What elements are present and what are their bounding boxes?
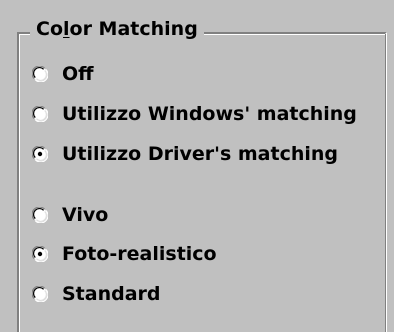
radio-windows-matching-label: Utilizzo Windows' matching xyxy=(62,103,357,125)
group-title-prefix: Co xyxy=(36,18,63,40)
radio-button-icon[interactable] xyxy=(32,246,48,262)
radio-foto-realistico[interactable]: Foto-realistico xyxy=(32,239,217,269)
radio-button-icon[interactable] xyxy=(32,146,48,162)
group-title-suffix: or Matching xyxy=(69,18,198,40)
radio-vivo[interactable]: Vivo xyxy=(32,200,108,230)
radio-button-icon[interactable] xyxy=(32,106,48,122)
radio-button-icon[interactable] xyxy=(32,286,48,302)
color-matching-group-title: Color Matching xyxy=(30,15,204,43)
radio-standard-label: Standard xyxy=(62,283,161,305)
radio-windows-matching[interactable]: Utilizzo Windows' matching xyxy=(32,99,357,129)
radio-button-icon[interactable] xyxy=(32,207,48,223)
radio-off[interactable]: Off xyxy=(32,59,94,89)
radio-vivo-label: Vivo xyxy=(62,204,109,226)
radio-button-icon[interactable] xyxy=(32,66,48,82)
radio-driver-matching-label: Utilizzo Driver's matching xyxy=(62,143,339,165)
radio-standard[interactable]: Standard xyxy=(32,279,161,309)
radio-off-label: Off xyxy=(62,63,94,85)
radio-driver-matching[interactable]: Utilizzo Driver's matching xyxy=(32,139,338,169)
radio-foto-realistico-label: Foto-realistico xyxy=(62,243,217,265)
